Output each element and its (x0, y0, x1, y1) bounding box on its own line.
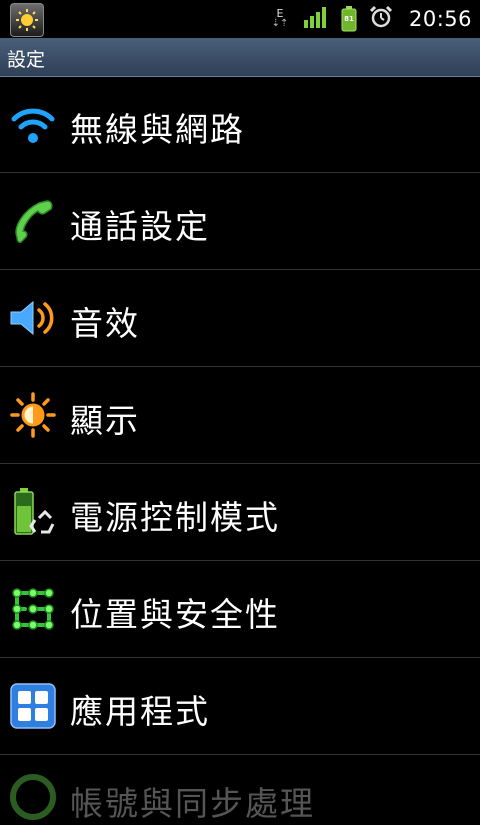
battery-level: 81 (344, 15, 354, 23)
power-saving-icon (9, 488, 57, 536)
brightness-icon (9, 391, 57, 439)
settings-item-label: 音效 (70, 304, 140, 343)
settings-item-power-saving[interactable]: 電源控制模式 (0, 464, 480, 561)
status-bar[interactable]: E ⇣⇡ 81 20:56 (0, 0, 480, 39)
status-time: 20:56 (408, 7, 472, 31)
settings-item-location-security[interactable]: 位置與安全性 (0, 561, 480, 658)
phone-icon (9, 197, 57, 245)
alarm-icon (369, 5, 393, 33)
app-notification-icon[interactable] (10, 3, 44, 37)
settings-item-sound[interactable]: 音效 (0, 270, 480, 367)
settings-item-call-settings[interactable]: 通話設定 (0, 173, 480, 270)
settings-item-label: 位置與安全性 (70, 595, 280, 634)
applications-icon (9, 682, 57, 730)
settings-item-applications[interactable]: 應用程式 (0, 658, 480, 755)
settings-item-label: 無線與網路 (70, 110, 245, 149)
page-title: 設定 (7, 49, 46, 71)
settings-list[interactable]: 無線與網路 通話設定 音效 顯示 電源控制模式 位置與安全性 應用程式 帳號與同… (0, 76, 480, 823)
wifi-icon (9, 100, 57, 148)
settings-item-label: 帳號與同步處理 (70, 784, 315, 823)
settings-item-display[interactable]: 顯示 (0, 367, 480, 464)
data-transfer-icon: E ⇣⇡ (269, 8, 291, 29)
settings-item-accounts-sync[interactable]: 帳號與同步處理 (0, 755, 480, 823)
signal-strength-icon (303, 6, 329, 32)
settings-item-label: 應用程式 (70, 692, 210, 731)
settings-item-label: 通話設定 (70, 207, 210, 246)
location-security-icon (9, 585, 57, 633)
battery-icon: 81 (341, 6, 357, 32)
accounts-sync-icon (9, 773, 57, 821)
speaker-icon (9, 294, 57, 342)
settings-item-label: 顯示 (70, 401, 140, 440)
settings-item-wireless-networks[interactable]: 無線與網路 (0, 76, 480, 173)
settings-item-label: 電源控制模式 (70, 498, 280, 537)
title-bar: 設定 (0, 38, 480, 77)
